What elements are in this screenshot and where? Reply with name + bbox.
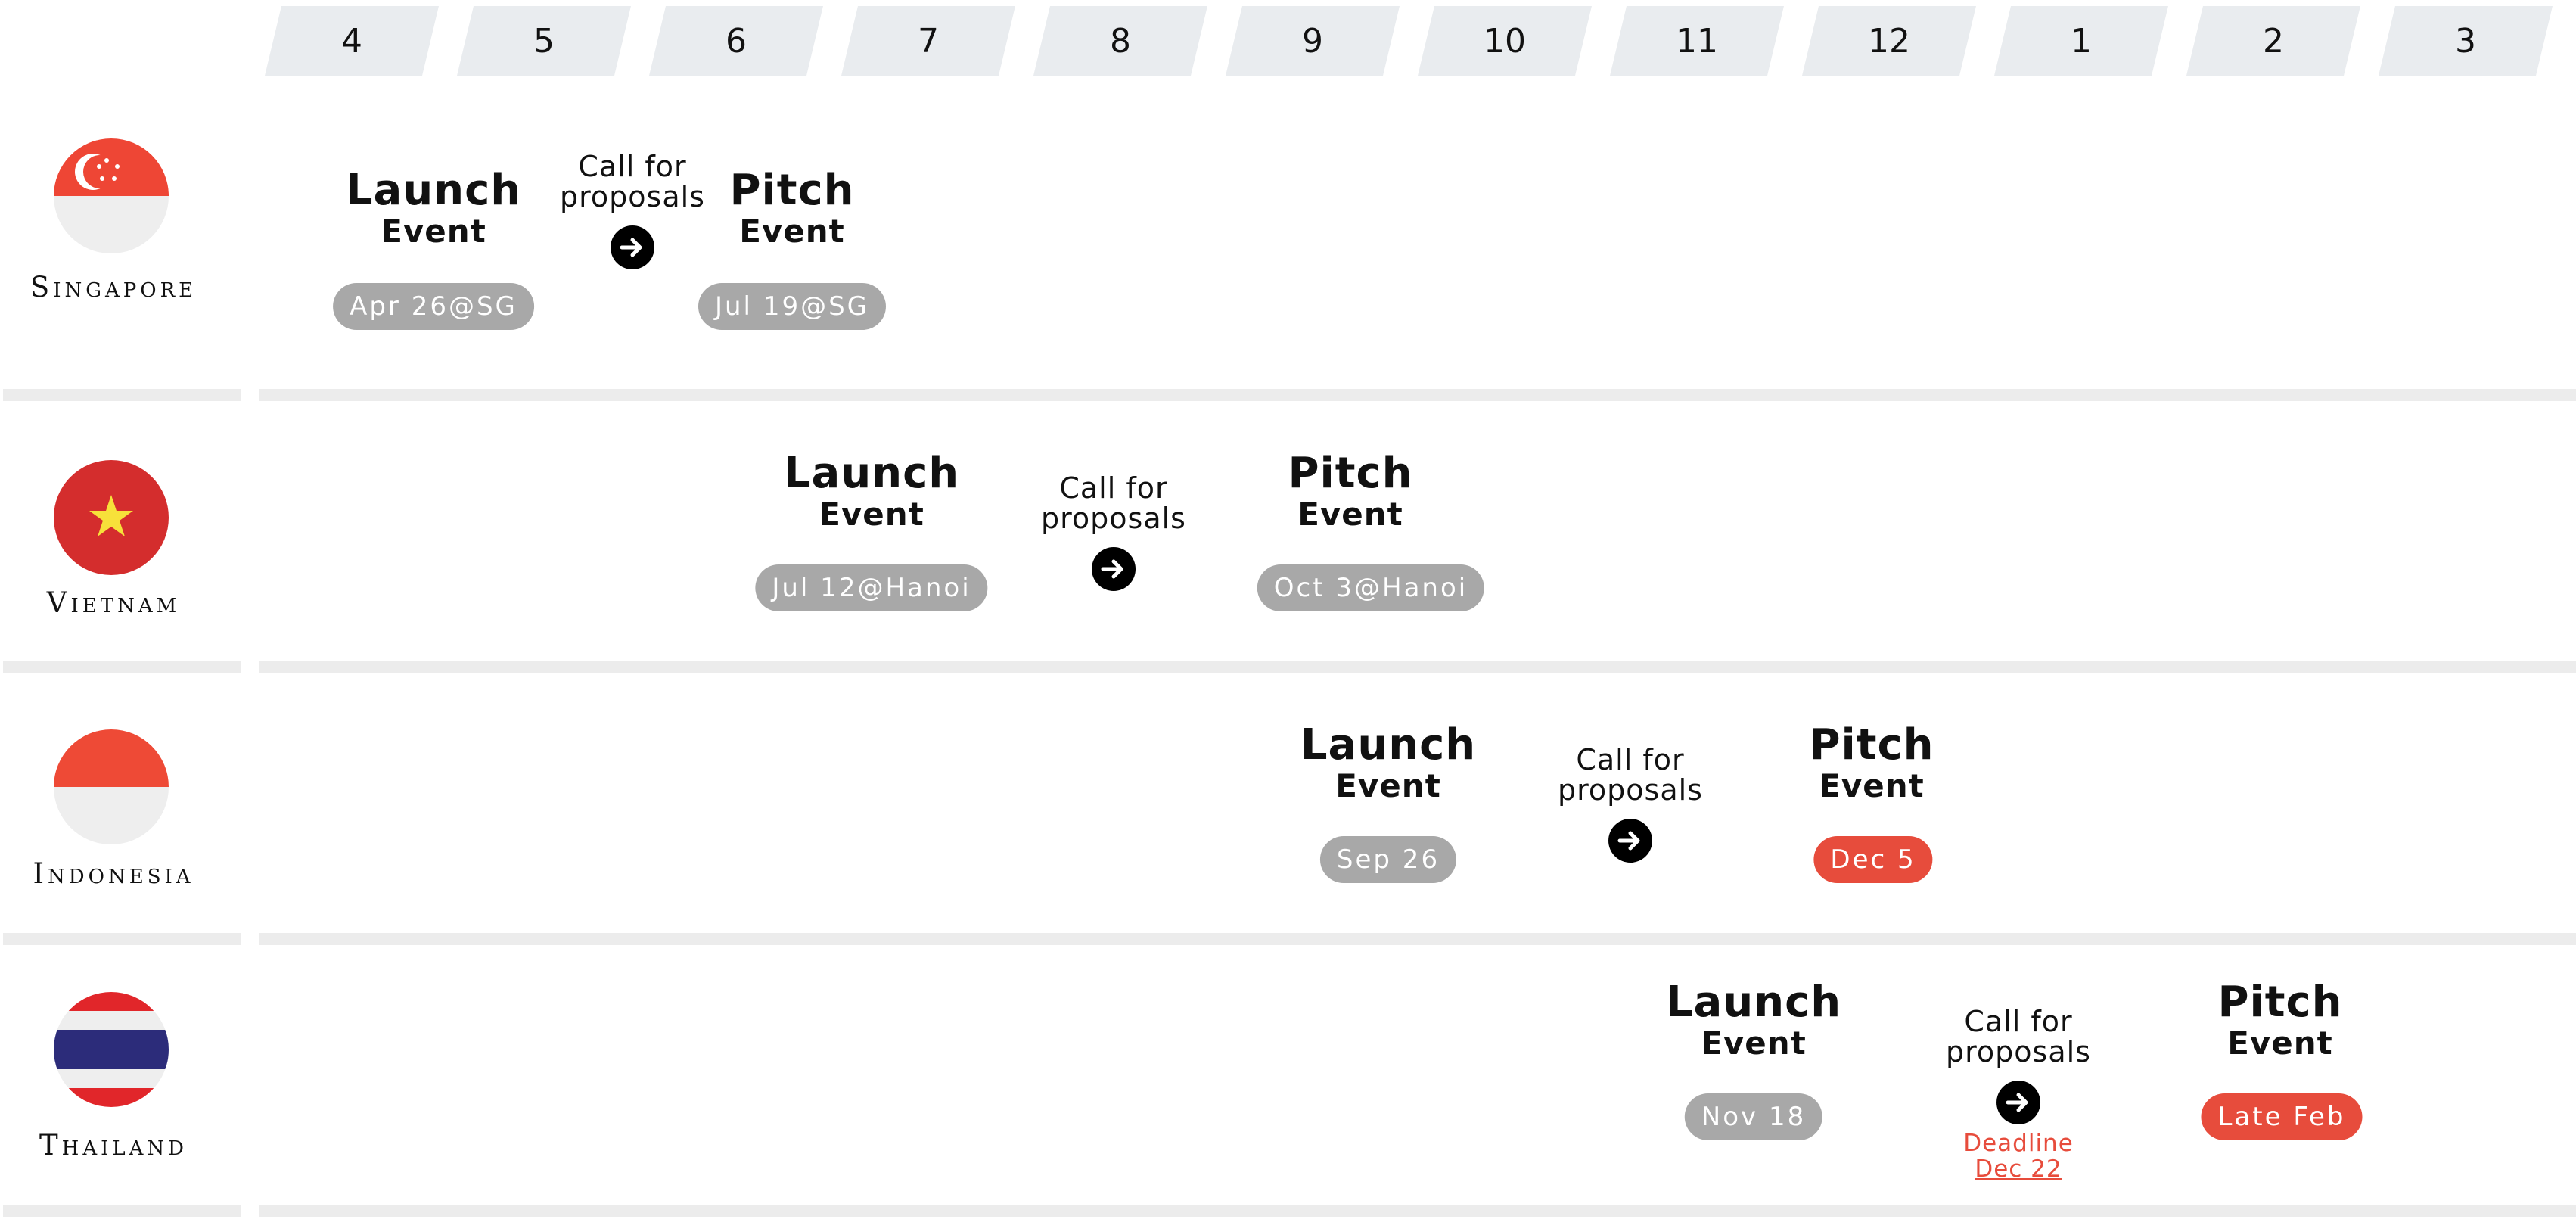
deadline-date-link[interactable]: Dec 22 [1946, 1156, 2091, 1182]
thailand-flag-icon [54, 992, 169, 1107]
deadline-label: Deadline [1963, 1130, 2074, 1157]
launch-event: Launch Event [1666, 980, 1841, 1062]
country-name: Thailand [39, 1129, 188, 1161]
pitch-event: Pitch Event [2217, 980, 2342, 1062]
call-for-proposals: Call for proposals Deadline Dec 22 [1946, 1006, 2091, 1182]
row-divider [3, 1205, 241, 1217]
pitch-title: Pitch [2217, 978, 2343, 1027]
launch-title: Launch [1665, 978, 1842, 1027]
cfp-label-line2: proposals [1946, 1035, 2091, 1068]
launch-date-badge: Nov 18 [1684, 1093, 1823, 1140]
pitch-subtitle: Event [2227, 1025, 2333, 1062]
pitch-date-badge: Late Feb [2201, 1093, 2363, 1140]
row-divider [259, 1205, 2576, 1217]
row-thailand: Thailand Launch Event Nov 18 Call for pr… [0, 0, 2576, 1219]
arrow-right-icon [1996, 1081, 2040, 1124]
cfp-label-line1: Call for [1964, 1005, 2073, 1038]
launch-subtitle: Event [1701, 1025, 1807, 1062]
